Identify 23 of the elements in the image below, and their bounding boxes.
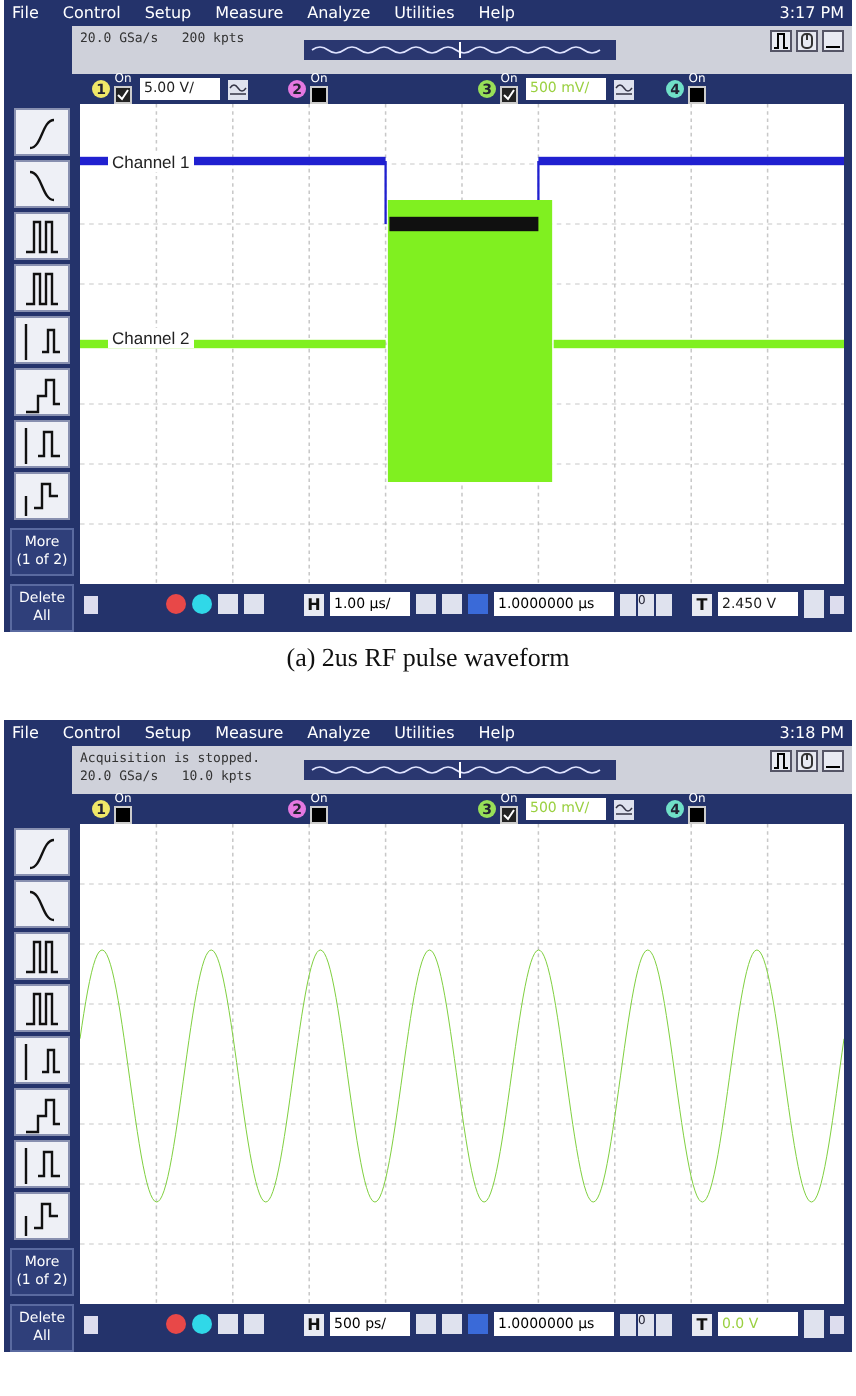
horizontal-label: H <box>304 593 324 615</box>
trigger-label: T <box>692 1313 712 1335</box>
menu-item[interactable]: Help <box>478 4 515 22</box>
menu-item[interactable]: Setup <box>144 4 192 22</box>
menu-item[interactable]: Control <box>62 4 121 22</box>
trace-label: Channel 1 <box>108 152 194 172</box>
figure-caption: (a) 2us RF pulse waveform <box>284 640 572 676</box>
clock-time: 3:18 PM <box>779 724 844 742</box>
menu-item[interactable]: Control <box>62 724 121 742</box>
menu-item[interactable]: Utilities <box>394 4 455 22</box>
trigger-label: T <box>692 593 712 615</box>
menu-item[interactable]: Utilities <box>394 724 455 742</box>
menu-item[interactable]: Measure <box>215 724 284 742</box>
menu-item[interactable]: Help <box>478 724 515 742</box>
trace-label: Channel 2 <box>108 328 194 348</box>
menu-item[interactable]: Analyze <box>307 724 371 742</box>
menu-item[interactable]: Analyze <box>307 4 371 22</box>
horizontal-label: H <box>304 1313 324 1335</box>
menu-item[interactable]: Measure <box>215 4 284 22</box>
menu-item[interactable]: Setup <box>144 724 192 742</box>
menu-item[interactable]: File <box>12 4 39 22</box>
clock-time: 3:17 PM <box>779 4 844 22</box>
menu-item[interactable]: File <box>12 724 39 742</box>
